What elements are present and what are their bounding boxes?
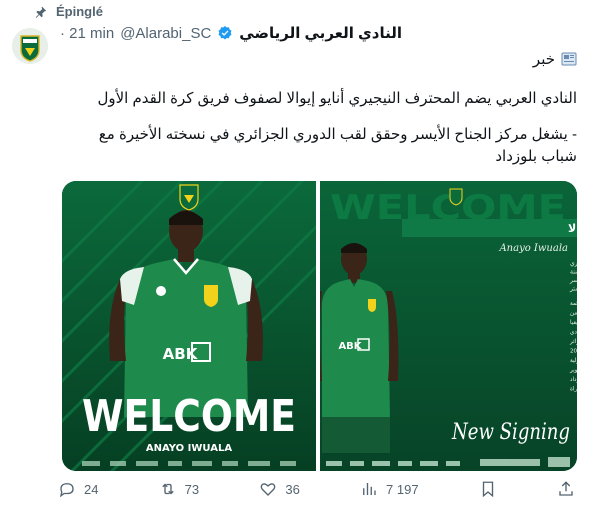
tweet-actions: 24 73 36 7 197 [58,480,575,498]
repost-button[interactable]: 73 [159,480,199,498]
news-tag-label: خبر [532,51,555,68]
bookmark-button[interactable] [479,480,497,498]
repost-count: 73 [184,481,200,497]
like-count: 36 [285,481,300,497]
tweet-time[interactable]: · 21 min [60,25,114,42]
tweet-text-line-2: - يشغل مركز الجناح الأيسر وحقق لقب الدور… [98,126,577,165]
views-icon [363,483,376,495]
avatar[interactable] [12,28,48,64]
tweet-text: النادي العربي يضم المحترف النيجيري أنايو… [60,88,577,182]
player-bio-line-4: بيمانا ولعب مع الترجي التونسي وشباب بلوز… [569,339,577,345]
player-bio-line-0: يمتاز باللعب بالقدم اليمنى والمراوغات لا… [570,301,577,307]
player-bio-line-7: حقق مع الترجي الدوري التونسي (2021-2022)… [569,366,577,374]
views-button[interactable]: 7 197 [360,480,419,498]
newspaper-icon [561,52,577,66]
reply-count: 24 [84,481,99,497]
author-handle[interactable]: @Alarabi_SC [120,25,211,42]
reply-button[interactable]: 24 [58,480,98,498]
signing-graphic: WELCOME أنايو إيوالا Anayo Iwuala جنسية:… [320,181,577,471]
repost-icon [161,483,174,495]
media-image-welcome[interactable]: ABK WELCOME ANAYO IWUALA [62,181,316,471]
like-button[interactable]: 36 [259,480,300,498]
heart-icon [261,483,276,496]
tweet-media[interactable]: ABK WELCOME ANAYO IWUALA WELCOME لا Anay… [62,181,577,471]
player-bio-line-8: (2022) وفاز بالدوري الجزائري (2022 - 202… [570,377,577,383]
tweet-header: النادي العربي الرياضي @Alarabi_SC · 21 m… [60,24,577,43]
verified-badge-icon [218,26,232,40]
player-info-block: جنسية: نيجيري العمر: 24 سنةمركز: مهاجم - … [569,260,577,293]
tweet-text-line-1: النادي العربي يضم المحترف النيجيري أنايو… [97,90,577,107]
share-button[interactable] [557,480,575,498]
player-bio-line-6: في رصيده 5 مباريات دولية [570,358,577,364]
player-info-line-3: طول: 165 متر [569,286,577,293]
author-display-name[interactable]: النادي العربي الرياضي [239,24,402,42]
player-bio-line-1: أكثر لاعبي المراوغات الناجحة خلال النسخة… [570,309,577,317]
share-icon [559,481,573,496]
pin-icon [35,6,47,18]
player-name-caption: ANAYO IWUALA [146,443,232,454]
player-name-english: Anayo Iwuala [498,243,568,254]
pinned-indicator: Épinglé [34,4,103,19]
player-info-line-0: جنسية: نيجيري [570,260,577,267]
bookmark-icon [482,481,493,498]
pinned-label: Épinglé [56,4,103,19]
player-info-line-1: العمر: 24 سنة [570,269,577,276]
player-bio-line-5: لاعب دولي وسبق له اللعب مع منتخب نيجيريا… [570,347,577,355]
player-bio-line-3: مثل عدة أندية نيجيرية هي: كاداسيتي، دلتا… [570,328,577,336]
player-info-line-2: مركز: مهاجم - جناح أيسر [569,276,577,284]
reply-icon [59,483,74,498]
welcome-title: WELCOME [82,391,296,442]
view-count: 7 197 [386,481,419,497]
player-name-arabic: أنايو إيوالا [568,221,577,235]
media-image-new-signing[interactable]: WELCOME أنايو إيوالا Anayo Iwuala جنسية:… [320,181,577,471]
new-signing-title: New Signing [451,420,570,445]
player-bio-line-2: دوري أبطال أفريقيا [570,318,577,326]
welcome-graphic: ABK WELCOME ANAYO IWUALA [62,181,316,471]
player-bio-line-9: سجل 4 أهداف خلال 23 مباراة [570,385,577,393]
news-tag: خبر [533,50,577,68]
